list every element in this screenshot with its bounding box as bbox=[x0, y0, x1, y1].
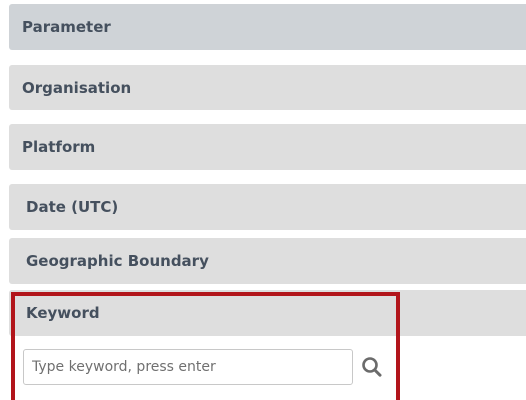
section-geographic-boundary[interactable]: Geographic Boundary bbox=[9, 238, 526, 284]
section-platform-label: Platform bbox=[22, 138, 96, 156]
search-icon bbox=[358, 352, 386, 382]
keyword-search-button[interactable] bbox=[358, 352, 386, 382]
section-parameter-label: Parameter bbox=[22, 18, 111, 36]
section-keyword-label: Keyword bbox=[26, 304, 100, 322]
filter-panel: Parameter Organisation Platform Date (UT… bbox=[0, 0, 526, 400]
section-keyword[interactable]: Keyword bbox=[9, 290, 526, 336]
section-platform[interactable]: Platform bbox=[9, 124, 526, 170]
section-date-utc-label: Date (UTC) bbox=[26, 198, 119, 216]
section-organisation[interactable]: Organisation bbox=[9, 65, 526, 110]
section-parameter[interactable]: Parameter bbox=[9, 4, 526, 50]
section-geographic-boundary-label: Geographic Boundary bbox=[26, 252, 209, 270]
keyword-search-input[interactable] bbox=[23, 349, 353, 385]
section-organisation-label: Organisation bbox=[22, 78, 132, 97]
section-date-utc[interactable]: Date (UTC) bbox=[9, 184, 526, 230]
